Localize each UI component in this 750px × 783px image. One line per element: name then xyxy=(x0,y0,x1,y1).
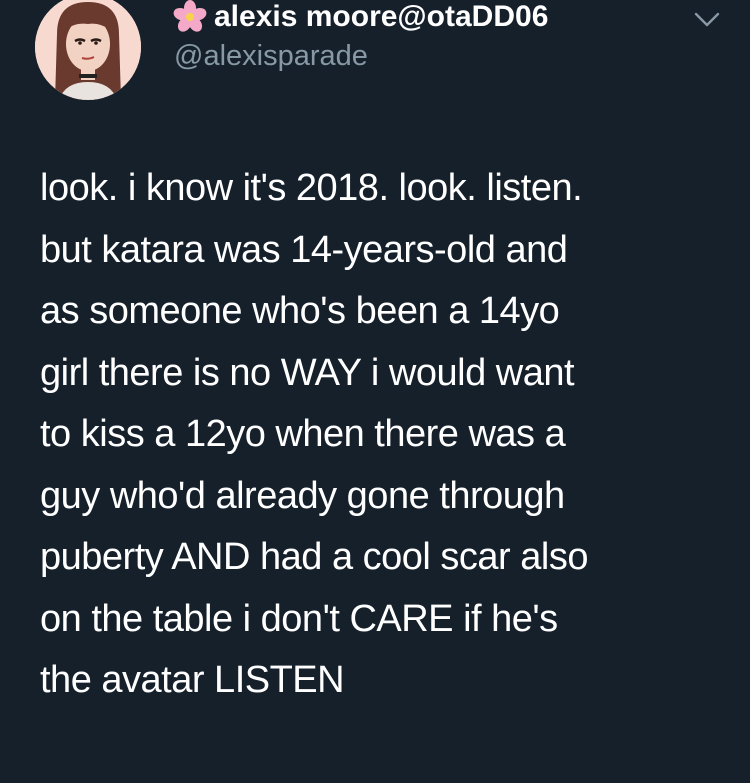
cartoon-avatar-icon xyxy=(35,0,141,100)
author-name-row[interactable]: alexis moore@otaDD06 xyxy=(170,0,548,34)
flower-icon xyxy=(173,0,207,32)
tweet-text-line: look. i know it's 2018. look. listen. xyxy=(40,167,583,209)
tweet-text-line: but katara was 14-years-old and xyxy=(40,228,568,271)
tweet-text-line: guy who'd already gone through xyxy=(40,474,565,517)
tweet-text-line: puberty AND had a cool scar also xyxy=(40,536,588,578)
tweet: alexis moore@otaDD06 @alexisparade look.… xyxy=(0,0,750,783)
author-handle[interactable]: @alexisparade xyxy=(174,40,368,73)
tweet-text-line: girl there is no WAY i would want xyxy=(40,351,575,394)
tweet-text-line: on the table i don't CARE if he's xyxy=(40,597,558,640)
chevron-down-icon[interactable] xyxy=(690,6,724,32)
avatar[interactable] xyxy=(35,0,141,100)
tweet-text-line: as someone who's been a 14yo xyxy=(40,290,560,332)
tweet-text-line: the avatar LISTEN xyxy=(40,659,345,701)
author-display-name[interactable]: alexis moore@otaDD06 xyxy=(214,0,548,34)
tweet-text: look. i know it's 2018. look. listen. bu… xyxy=(40,158,730,712)
tweet-text-line: to kiss a 12yo when there was a xyxy=(40,413,566,455)
